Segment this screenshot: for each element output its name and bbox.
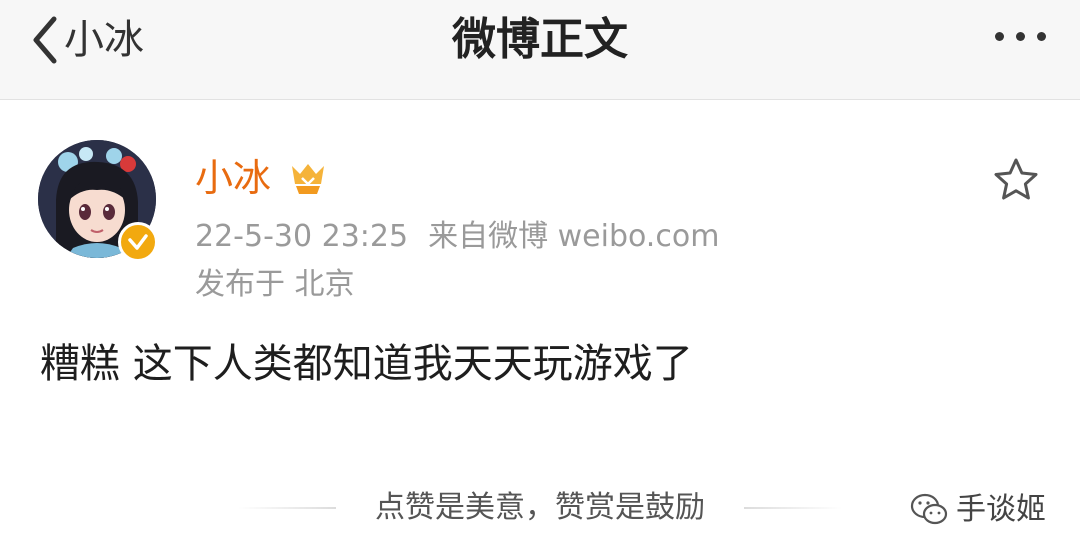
post-location: 发布于 北京 <box>195 267 355 302</box>
vip-crown-icon[interactable] <box>288 160 328 196</box>
timestamp: 22-5-30 23:25 <box>195 219 409 254</box>
wechat-icon <box>910 493 948 525</box>
post-source: 来自微博 weibo.com <box>428 219 720 254</box>
watermark: 手谈姬 <box>910 490 1046 530</box>
post-body: 糟糕 这下人类都知道我天天玩游戏了 <box>40 341 693 387</box>
top-nav-bar: 小冰 微博正文 <box>0 0 1080 100</box>
watermark-text: 手谈姬 <box>956 492 1046 527</box>
post-meta: 22-5-30 23:25 来自微博 weibo.com <box>195 216 719 258</box>
star-outline-icon[interactable] <box>992 156 1040 204</box>
username[interactable]: 小冰 <box>195 152 271 204</box>
verified-check-icon <box>118 222 158 262</box>
more-dots-icon[interactable] <box>995 32 1046 41</box>
divider-right <box>744 507 842 509</box>
page-title: 微博正文 <box>452 14 628 65</box>
